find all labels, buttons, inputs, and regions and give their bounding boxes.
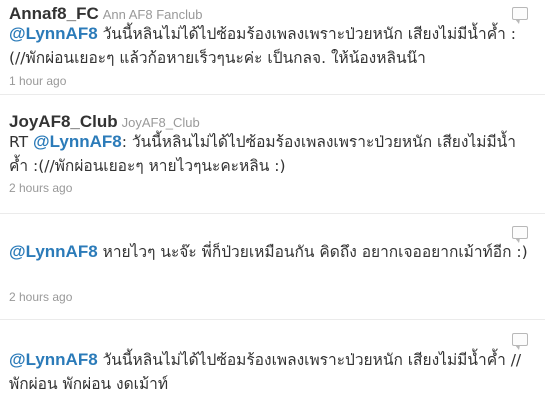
tweet-prefix: RT	[9, 133, 34, 151]
tweet-timestamp[interactable]: 2 hours ago	[9, 181, 72, 195]
tweet-screen-name[interactable]: Annaf8_FC	[9, 4, 99, 23]
tweet-text: @LynnAF8 หายไวๆ นะจ๊ะ พี่ก็ป่วยเหมือนกัน…	[9, 240, 531, 264]
tweet-full-name: Ann AF8 Fanclub	[102, 7, 203, 22]
tweet-timestamp[interactable]: 2 hours ago	[9, 290, 72, 304]
tweet-screen-name[interactable]: JoyAF8_Club	[9, 112, 118, 131]
tweet-item: JoyAF8_Club JoyAF8_Club RT @LynnAF8: วันน…	[0, 106, 545, 214]
tweet-text: RT @LynnAF8: วันนี้หลินไม่ได้ไปซ้อมร้องเ…	[9, 130, 531, 178]
tweet-header: JoyAF8_Club JoyAF8_Club	[9, 112, 200, 132]
tweet-header: Annaf8_FC Ann AF8 Fanclub	[9, 4, 202, 24]
mention-link[interactable]: @LynnAF8	[9, 350, 98, 369]
reply-icon[interactable]	[512, 7, 528, 24]
tweet-body: หายไวๆ นะจ๊ะ พี่ก็ป่วยเหมือนกัน คิดถึง อ…	[97, 243, 528, 261]
tweet-timestamp[interactable]: 1 hour ago	[9, 74, 66, 88]
reply-icon[interactable]	[512, 333, 528, 350]
mention-link[interactable]: @LynnAF8	[9, 242, 98, 261]
tweet-item: @LynnAF8 หายไวๆ นะจ๊ะ พี่ก็ป่วยเหมือนกัน…	[0, 214, 545, 320]
tweet-text: @LynnAF8 วันนี้หลินไม่ได้ไปซ้อมร้องเพลงเ…	[9, 22, 531, 70]
tweet-text: @LynnAF8 วันนี้หลินไม่ได้ไปซ้อมร้องเพลงเ…	[9, 348, 531, 396]
mention-link[interactable]: @LynnAF8	[9, 24, 98, 43]
tweet-full-name: JoyAF8_Club	[121, 115, 200, 130]
mention-link[interactable]: @LynnAF8	[33, 132, 122, 151]
reply-icon[interactable]	[512, 226, 528, 243]
tweet-item: @LynnAF8 วันนี้หลินไม่ได้ไปซ้อมร้องเพลงเ…	[0, 320, 545, 400]
tweet-item: Annaf8_FC Ann AF8 Fanclub @LynnAF8 วันนี้…	[0, 0, 545, 95]
